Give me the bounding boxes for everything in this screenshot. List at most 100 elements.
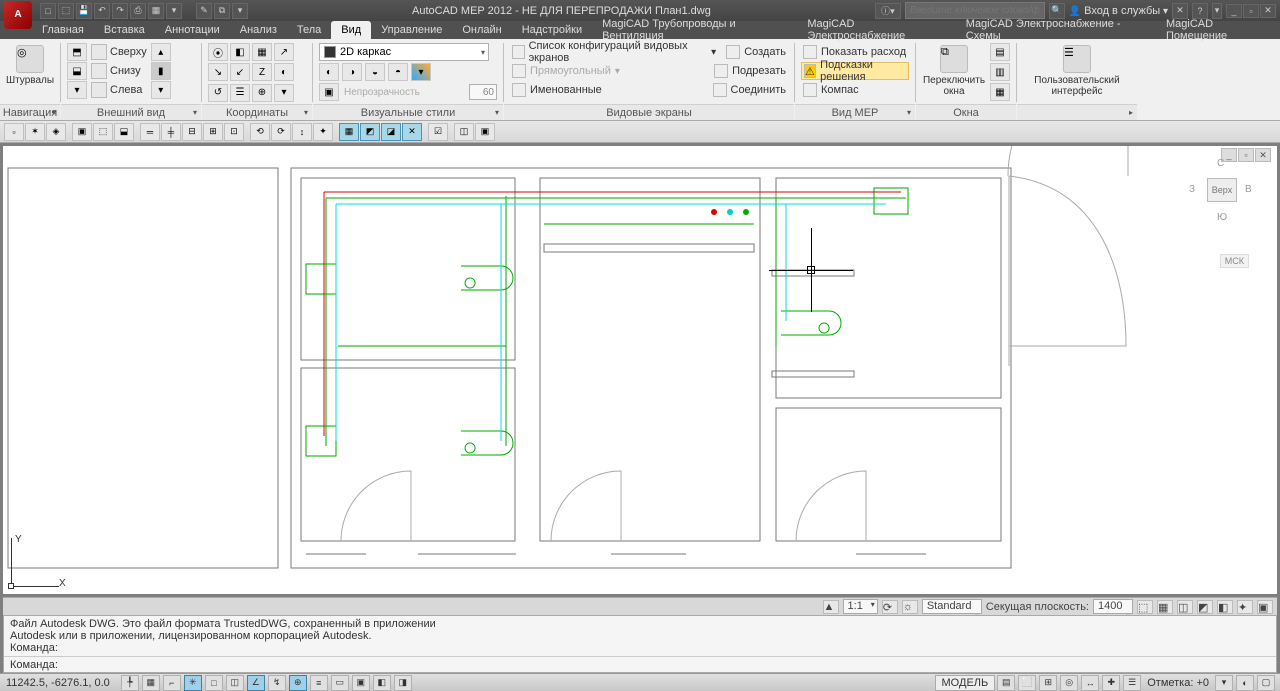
anno-f-icon[interactable]: ✦ [1237, 600, 1253, 614]
tb-4-icon[interactable]: ▣ [72, 123, 92, 141]
panel-label-mep[interactable]: Вид MEP▾ [795, 104, 915, 120]
login-link[interactable]: 👤 Вход в службы ▾ [1069, 5, 1168, 17]
anno-sync-icon[interactable]: ⟳ [882, 600, 898, 614]
view-left-button[interactable]: Слева [91, 81, 147, 99]
ucs-origin-icon[interactable]: ⊕ [252, 84, 272, 102]
anno-vis-icon[interactable]: ☼ [902, 600, 918, 614]
model-space-button[interactable]: МОДЕЛЬ [935, 675, 996, 691]
ucs-z-icon[interactable]: Z [252, 63, 272, 81]
vs-2-icon[interactable]: ◑ [342, 63, 362, 81]
section-plane-combo[interactable]: 1400 [1093, 599, 1133, 614]
panel-label-views[interactable]: Внешний вид▾ [61, 104, 201, 120]
doc-close-button[interactable]: ✕ [1255, 148, 1271, 162]
menu-tab-10[interactable]: MagiCAD Электроснабжение [797, 21, 955, 39]
qat-more-icon[interactable]: ▾ [166, 3, 182, 19]
tb-1-icon[interactable]: ▫ [4, 123, 24, 141]
tb-15-icon[interactable]: ✦ [313, 123, 333, 141]
exchange-icon[interactable]: ✕ [1172, 3, 1188, 19]
anno-style-combo[interactable]: Standard [922, 599, 982, 614]
dyn-toggle[interactable]: ⊕ [289, 675, 307, 691]
solution-hints-button[interactable]: ⚠Подсказки решения [801, 62, 909, 80]
qat-undo-icon[interactable]: ↶ [94, 3, 110, 19]
qat-new-icon[interactable]: □ [40, 3, 56, 19]
3dosnap-toggle[interactable]: ◫ [226, 675, 244, 691]
ui-button[interactable]: ☰ Пользовательский интерфейс [1027, 43, 1127, 99]
tb-5-icon[interactable]: ⬚ [93, 123, 113, 141]
panel-label-visual[interactable]: Визуальные стили▾ [313, 104, 503, 120]
tb-10-icon[interactable]: ⊞ [203, 123, 223, 141]
anno-person-icon[interactable]: ▲ [823, 600, 839, 614]
clean-screen-icon[interactable]: ▢ [1257, 675, 1275, 691]
tb-21-icon[interactable]: ◫ [454, 123, 474, 141]
grid-toggle[interactable]: ▦ [142, 675, 160, 691]
polar-toggle[interactable]: ✳ [184, 675, 202, 691]
menu-tab-3[interactable]: Анализ [230, 21, 287, 39]
viewcube-south[interactable]: Ю [1217, 212, 1227, 223]
tb-8-icon[interactable]: ╪ [161, 123, 181, 141]
view-unsaved-icon[interactable]: ⬓ [67, 62, 87, 80]
layout-max-icon[interactable]: ⬜ [1018, 675, 1036, 691]
panel-label-coords[interactable]: Координаты▾ [202, 104, 312, 120]
menu-tab-8[interactable]: Надстройки [512, 21, 592, 39]
viewport-join-button[interactable]: Соединить [711, 81, 789, 99]
viewport-create-button[interactable]: Создать [724, 43, 788, 61]
view-manager-icon[interactable]: ▾ [67, 81, 87, 99]
tb-14-icon[interactable]: ↕ [292, 123, 312, 141]
sp-6-icon[interactable]: ▾ [1215, 675, 1233, 691]
drawing-canvas[interactable]: _ ▫ ✕ С Ю З В Верх МСК Y X [3, 146, 1277, 594]
vs-color-icon[interactable]: ▾ [411, 63, 431, 81]
switch-windows-button[interactable]: ⧉ Переключить окна [922, 43, 986, 99]
view-top-button[interactable]: Сверху [91, 43, 147, 61]
ucs-world-icon[interactable]: ⦿ [208, 43, 228, 61]
tb-11-icon[interactable]: ⊡ [224, 123, 244, 141]
menu-tab-2[interactable]: Аннотации [155, 21, 230, 39]
sp-4-icon[interactable]: ✚ [1102, 675, 1120, 691]
sp-5-icon[interactable]: ☰ [1123, 675, 1141, 691]
wcs-label[interactable]: МСК [1220, 254, 1249, 268]
cascade-icon[interactable]: ▦ [990, 83, 1010, 101]
anno-e-icon[interactable]: ◧ [1217, 600, 1233, 614]
panel-label-nav[interactable]: Навигация▾ [0, 104, 60, 120]
tb-22-icon[interactable]: ▣ [475, 123, 495, 141]
viewcube-east[interactable]: В [1245, 184, 1252, 195]
help-icon[interactable]: ? [1192, 3, 1208, 19]
view-bottom-button[interactable]: Снизу [91, 62, 147, 80]
ucs-face-icon[interactable]: ◧ [230, 43, 250, 61]
view-scroll-up-icon[interactable]: ▴ [151, 43, 171, 61]
app-menu-icon[interactable]: A [4, 1, 32, 29]
sc-toggle[interactable]: ◧ [373, 675, 391, 691]
tb-17-icon[interactable]: ◩ [360, 123, 380, 141]
search-input[interactable] [905, 2, 1045, 19]
ucs-2-icon[interactable]: ↘ [208, 63, 228, 81]
ortho-toggle[interactable]: ⌐ [163, 675, 181, 691]
qat-plot-icon[interactable]: ▦ [148, 3, 164, 19]
view-scroll-handle-icon[interactable]: ▮ [151, 62, 171, 80]
qat-open-icon[interactable]: ⬚ [58, 3, 74, 19]
qat-save-icon[interactable]: 💾 [76, 3, 92, 19]
visual-style-combo[interactable]: 2D каркас [319, 43, 489, 61]
sp-3-icon[interactable]: ↔ [1081, 675, 1099, 691]
lwt-toggle[interactable]: ≡ [310, 675, 328, 691]
opacity-input[interactable] [469, 84, 497, 100]
anno-c-icon[interactable]: ◫ [1177, 600, 1193, 614]
menu-tab-12[interactable]: MagiCAD Помещение [1156, 21, 1280, 39]
qat-props-icon[interactable]: ⧉ [214, 3, 230, 19]
menu-tab-11[interactable]: MagiCAD Электроснабжение - Схемы [956, 21, 1156, 39]
qp-toggle[interactable]: ▣ [352, 675, 370, 691]
tb-12-icon[interactable]: ⟲ [250, 123, 270, 141]
menu-tab-7[interactable]: Онлайн [452, 21, 511, 39]
layout-quick-icon[interactable]: ▤ [997, 675, 1015, 691]
qat-dd-icon[interactable]: ▾ [232, 3, 248, 19]
qat-redo-icon[interactable]: ↷ [112, 3, 128, 19]
menu-tab-5[interactable]: Вид [331, 21, 371, 39]
compass-button[interactable]: Компас [801, 81, 909, 99]
tb-3-icon[interactable]: ◈ [46, 123, 66, 141]
tb-9-icon[interactable]: ⊟ [182, 123, 202, 141]
menu-tab-1[interactable]: Вставка [94, 21, 155, 39]
infocenter-dd-icon[interactable]: ⓘ▾ [875, 3, 901, 19]
vs-4-icon[interactable]: ◓ [388, 63, 408, 81]
view-scroll-down-icon[interactable]: ▾ [151, 81, 171, 99]
anno-d-icon[interactable]: ◩ [1197, 600, 1213, 614]
qat-match-icon[interactable]: ✎ [196, 3, 212, 19]
ucs-3-icon[interactable]: ↙ [230, 63, 250, 81]
